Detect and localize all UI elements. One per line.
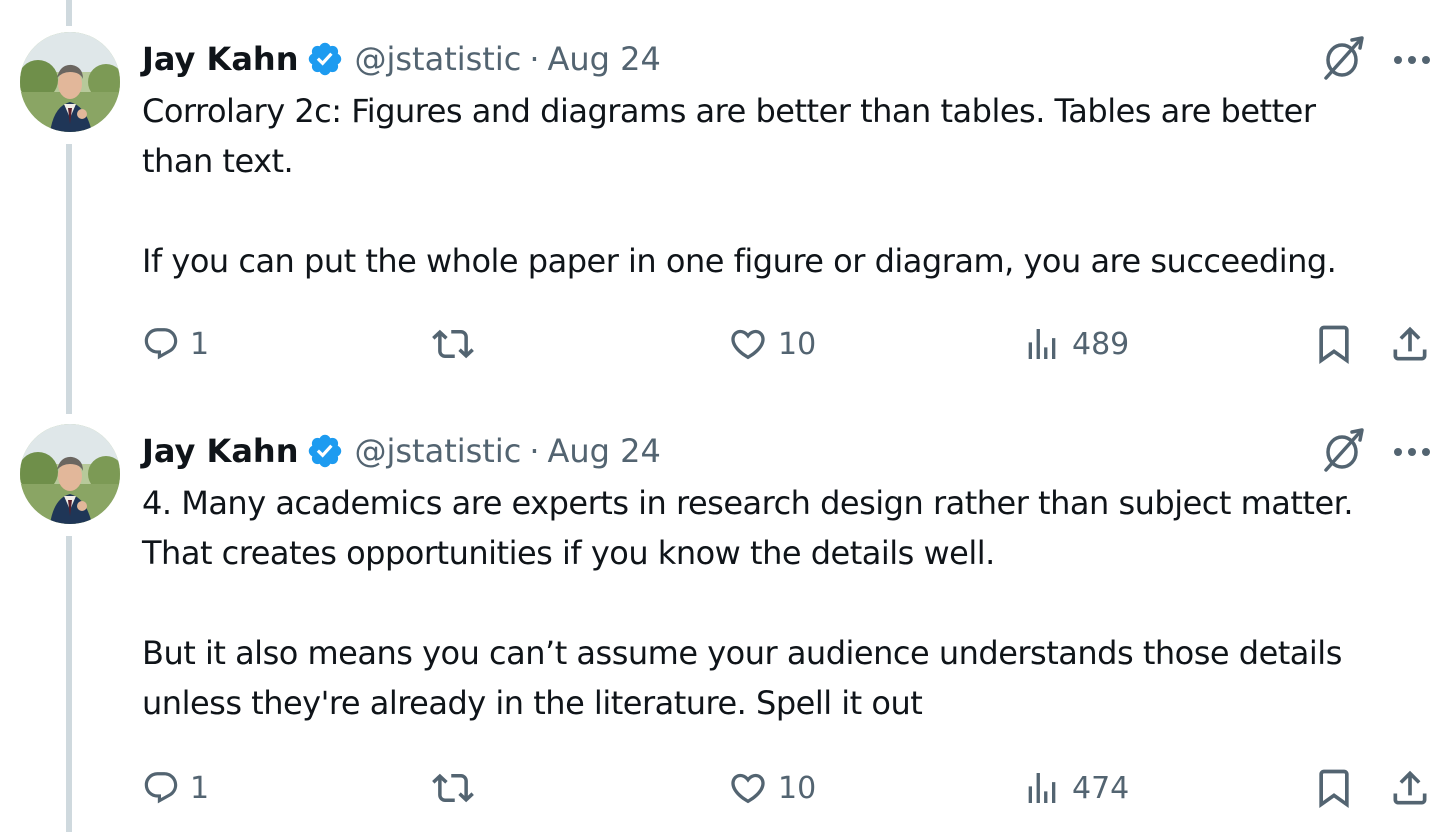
like-count: 10: [778, 326, 817, 362]
bookmark-icon: [1312, 766, 1356, 810]
avatar[interactable]: [20, 424, 120, 524]
author-handle[interactable]: @jstatistic: [354, 432, 521, 470]
bookmark-button[interactable]: [1312, 758, 1356, 818]
repost-icon: [432, 767, 474, 809]
separator-dot: ·: [529, 40, 540, 78]
heart-icon: [728, 768, 768, 808]
views-count: 474: [1072, 770, 1130, 806]
tweet-text-line: unless they're already in the literature…: [142, 684, 923, 722]
views-count: 489: [1072, 326, 1130, 362]
like-button[interactable]: 10: [728, 758, 816, 818]
author-name[interactable]: Jay Kahn: [142, 40, 298, 78]
tweet-text-line: Corrolary 2c: Figures and diagrams are b…: [142, 92, 1316, 130]
share-button[interactable]: [1388, 314, 1432, 374]
tweet-text-line: But it also means you can’t assume your …: [142, 634, 1342, 672]
like-count: 10: [778, 770, 817, 806]
bookmark-button[interactable]: [1312, 314, 1356, 374]
share-icon: [1388, 766, 1432, 810]
reply-icon: [142, 769, 180, 807]
bookmark-icon: [1312, 322, 1356, 366]
views-button[interactable]: 489: [1022, 314, 1129, 374]
reply-button[interactable]: 1: [142, 314, 209, 374]
repost-button[interactable]: [432, 758, 484, 818]
like-button[interactable]: 10: [728, 314, 816, 374]
tweet-text-line: [142, 186, 1442, 236]
tweet-text-line: 4. Many academics are experts in researc…: [142, 484, 1354, 522]
tweet-thread: Jay Kahn @jstatistic · Aug 24 Corrolary …: [0, 0, 1456, 832]
tweet-date[interactable]: Aug 24: [548, 432, 661, 470]
tweet-text: Corrolary 2c: Figures and diagrams are b…: [142, 86, 1442, 286]
tweet-text: 4. Many academics are experts in researc…: [142, 478, 1442, 728]
reply-count: 1: [190, 326, 210, 362]
tweet-header: Jay Kahn @jstatistic · Aug 24: [142, 428, 661, 474]
verified-badge-icon: [306, 40, 344, 78]
tweet-actions: 1 10 474: [142, 758, 1442, 818]
repost-icon: [432, 323, 474, 365]
verified-badge-icon: [306, 432, 344, 470]
avatar[interactable]: [20, 32, 120, 132]
grok-icon[interactable]: [1318, 426, 1368, 474]
reply-count: 1: [190, 770, 210, 806]
author-name[interactable]: Jay Kahn: [142, 432, 298, 470]
grok-icon[interactable]: [1318, 34, 1368, 82]
repost-button[interactable]: [432, 314, 484, 374]
more-dots-icon[interactable]: [1390, 432, 1434, 472]
reply-icon: [142, 325, 180, 363]
separator-dot: ·: [529, 432, 540, 470]
tweet-text-line: than text.: [142, 142, 294, 180]
views-bar-icon: [1022, 324, 1062, 364]
tweet-actions: 1 10 489: [142, 314, 1442, 374]
tweet-text-line: That creates opportunities if you know t…: [142, 534, 995, 572]
tweet-text-line: If you can put the whole paper in one fi…: [142, 242, 1337, 280]
share-icon: [1388, 322, 1432, 366]
tweet-header: Jay Kahn @jstatistic · Aug 24: [142, 36, 661, 82]
tweet-text-line: [142, 578, 1442, 628]
more-dots-icon[interactable]: [1390, 40, 1434, 80]
tweet[interactable]: Jay Kahn @jstatistic · Aug 24: [0, 424, 1456, 832]
views-button[interactable]: 474: [1022, 758, 1129, 818]
tweet-date[interactable]: Aug 24: [548, 40, 661, 78]
tweet[interactable]: Jay Kahn @jstatistic · Aug 24: [0, 32, 1456, 392]
thread-connector-line: [66, 0, 72, 26]
reply-button[interactable]: 1: [142, 758, 209, 818]
share-button[interactable]: [1388, 758, 1432, 818]
author-handle[interactable]: @jstatistic: [354, 40, 521, 78]
views-bar-icon: [1022, 768, 1062, 808]
heart-icon: [728, 324, 768, 364]
